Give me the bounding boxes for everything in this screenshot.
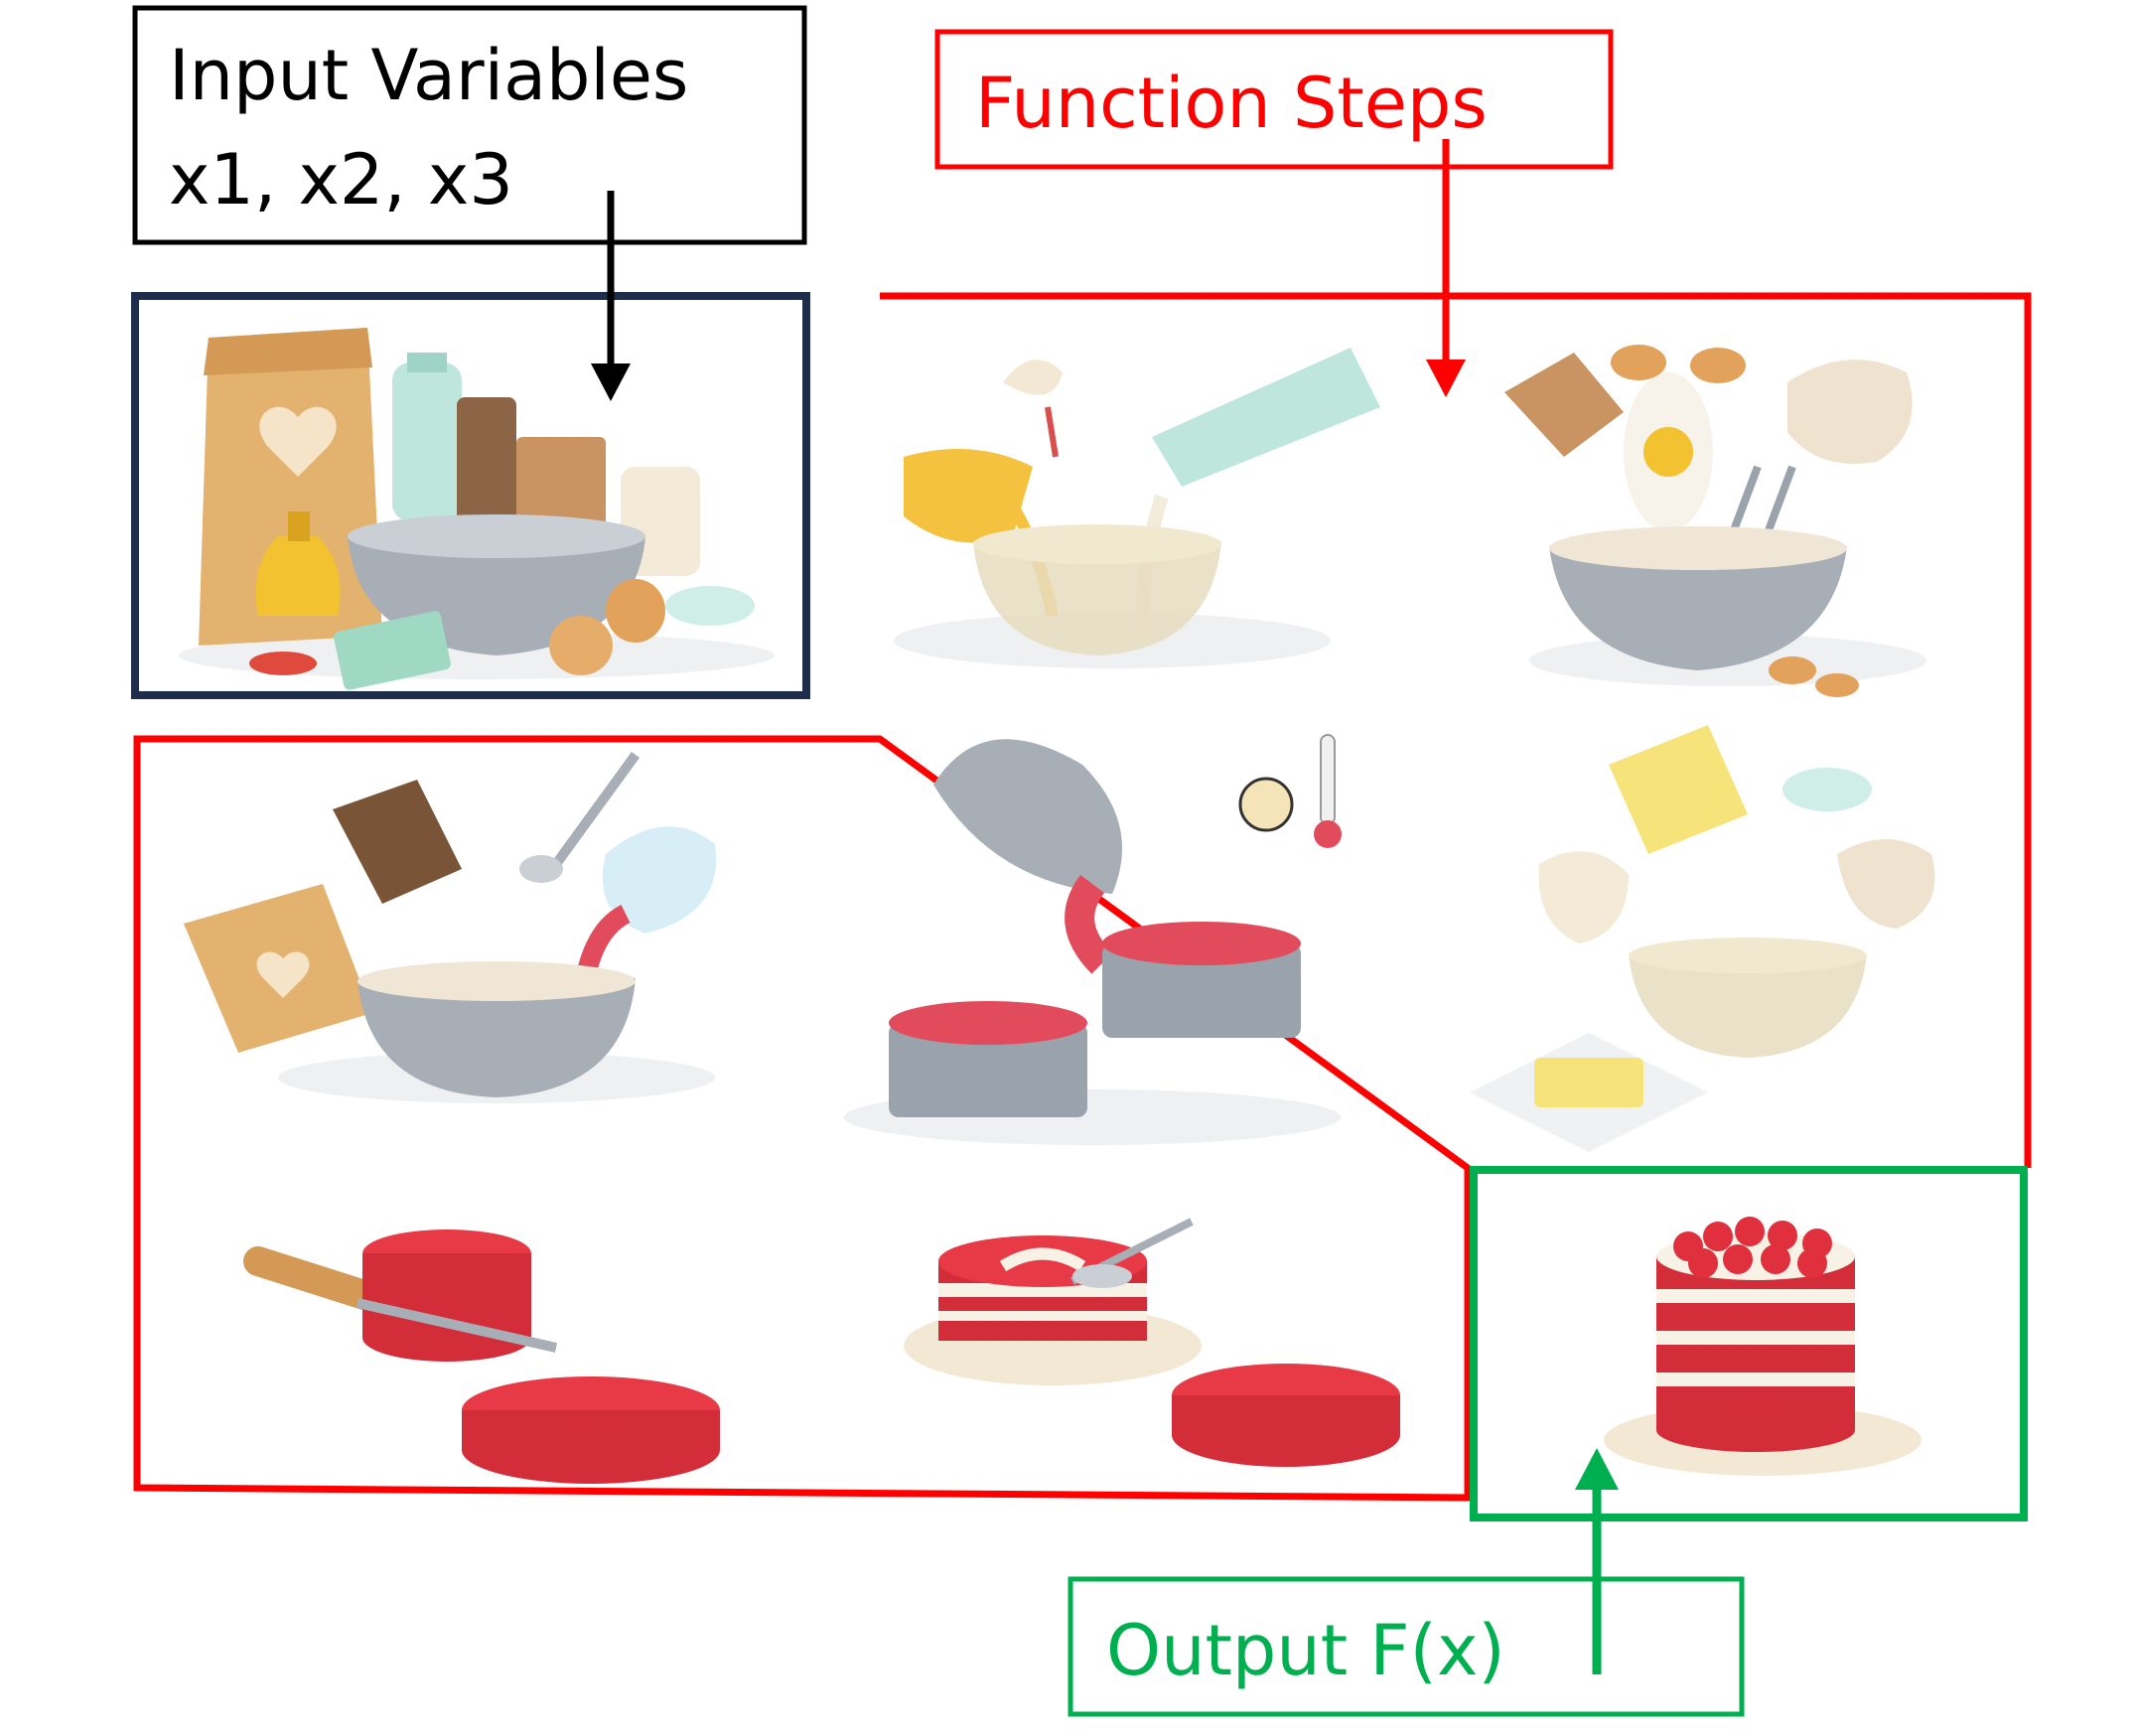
function-arrow — [1426, 139, 1466, 397]
eggs-mixer-illustration — [1504, 345, 1926, 697]
red-velvet-cake-illustration — [1604, 1217, 1922, 1476]
diagram-canvas: Input Variables x1, x2, x3 Function Step… — [0, 0, 2137, 1736]
output-title: Output F(x) — [1106, 1610, 1505, 1691]
slice-cake-layers-illustration — [243, 1230, 720, 1484]
input-variables-box: Input Variables x1, x2, x3 — [132, 5, 807, 245]
function-steps-title: Function Steps — [975, 63, 1488, 144]
ingredients-illustration — [179, 328, 775, 690]
input-variables-title: Input Variables — [169, 35, 688, 116]
recipe-function-diagram: Input Variables x1, x2, x3 Function Step… — [131, 5, 2032, 1717]
frost-layers-illustration — [904, 1218, 1400, 1467]
input-variables-list: x1, x2, x3 — [169, 139, 513, 220]
butter-milk-mixer-illustration — [1470, 725, 1935, 1152]
mix-liquids-illustration — [894, 348, 1380, 668]
add-dry-ingredients-illustration — [184, 752, 717, 1103]
function-steps-box: Function Steps — [934, 29, 1614, 170]
pour-into-pans-illustration — [844, 734, 1342, 1145]
output-box: Output F(x) — [1068, 1576, 1745, 1717]
